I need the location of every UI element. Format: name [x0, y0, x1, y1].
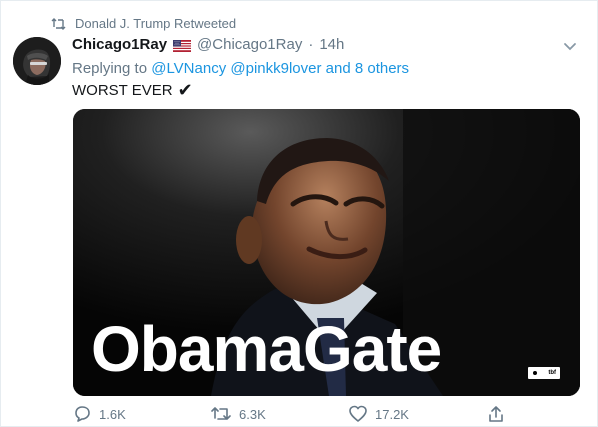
- retweet-button[interactable]: 6.3K: [211, 405, 349, 423]
- like-icon: [349, 405, 367, 423]
- handle[interactable]: @Chicago1Ray: [197, 36, 302, 53]
- reply-icon: [73, 405, 91, 423]
- share-icon: [487, 405, 505, 423]
- others-link[interactable]: and 8 others: [326, 60, 409, 77]
- check-mark-emoji: ✔: [177, 80, 193, 100]
- avatar[interactable]: [13, 37, 61, 85]
- replying-to: Replying to @LVNancy @pinkk9lover and 8 …: [72, 60, 409, 77]
- share-button[interactable]: [487, 405, 505, 423]
- chevron-down-icon[interactable]: [563, 39, 577, 51]
- reply-button[interactable]: 1.6K: [73, 405, 211, 423]
- replying-prefix: Replying to: [72, 60, 148, 77]
- separator: ·: [308, 36, 314, 53]
- like-button[interactable]: 17.2K: [349, 405, 487, 423]
- reply-count: 1.6K: [99, 406, 126, 422]
- display-name[interactable]: Chicago1Ray: [72, 36, 167, 53]
- retweet-icon: [211, 405, 231, 423]
- tweet-text: WORST EVER: [72, 81, 173, 99]
- tweet-header: Chicago1Ray @Chicago1Ray · 14h: [72, 36, 573, 53]
- tweet-actions: 1.6K 6.3K 17.2K: [73, 405, 513, 423]
- mention-link[interactable]: @pinkk9lover: [230, 60, 321, 77]
- image-watermark: tbf: [528, 367, 560, 379]
- retweet-icon: [51, 17, 67, 30]
- retweet-context-text: Donald J. Trump Retweeted: [75, 16, 237, 31]
- us-flag-icon: [173, 39, 192, 52]
- tweet-image[interactable]: ObamaGate tbf: [73, 109, 580, 396]
- retweet-count: 6.3K: [239, 406, 266, 422]
- like-count: 17.2K: [375, 406, 409, 422]
- mention-link[interactable]: @LVNancy: [151, 60, 226, 77]
- timestamp[interactable]: 14h: [319, 36, 344, 53]
- tweet-body: WORST EVER ✔: [72, 81, 193, 99]
- tweet-card[interactable]: Donald J. Trump Retweeted Chicago1Ray @C…: [0, 0, 598, 427]
- retweet-context: Donald J. Trump Retweeted: [51, 16, 236, 31]
- image-overlay-text: ObamaGate: [91, 313, 442, 385]
